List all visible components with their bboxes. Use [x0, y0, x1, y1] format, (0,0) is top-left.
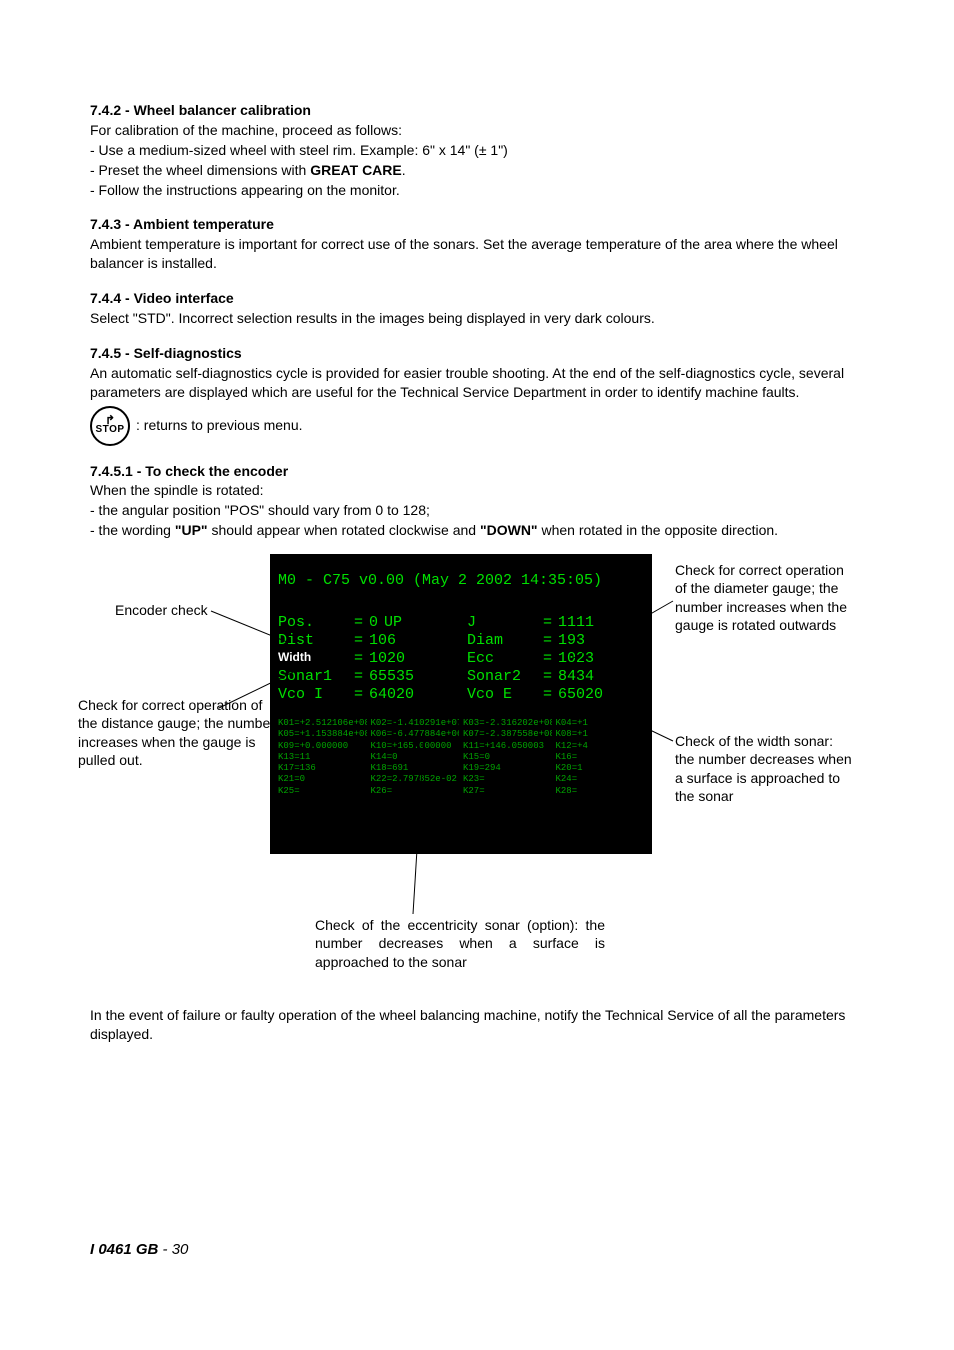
heading-743: 7.4.3 - Ambient temperature: [90, 215, 872, 234]
page-footer: I 0461 GB - 30: [90, 1240, 188, 1260]
text-bold: GREAT CARE: [310, 162, 402, 178]
k-column: K01=+2.512106e+08K05=+1.153884e+08K09=+0…: [278, 718, 367, 797]
stop-label: STOP: [95, 425, 124, 435]
terminal-cell: Vco I=64020: [278, 686, 455, 704]
k-column: K04=+1K08=+1K12=+4K16=K20=1K24=K28=: [556, 718, 645, 797]
stop-row: ↰ STOP : returns to previous menu.: [90, 406, 872, 446]
annotation-diameter: Check for correct operation of the diame…: [675, 561, 855, 634]
text-bold: "UP": [175, 522, 208, 538]
text: For calibration of the machine, proceed …: [90, 121, 872, 140]
annotation-eccentricity: Check of the eccentricity sonar (option)…: [315, 916, 605, 971]
text: When the spindle is rotated:: [90, 481, 872, 500]
terminal-cell: Diam=193: [467, 632, 644, 650]
diagram: M0 - C75 v0.00 (May 2 2002 14:35:05) Pos…: [90, 546, 872, 966]
text: Ambient temperature is important for cor…: [90, 235, 872, 273]
terminal-cell: Width=1020: [278, 650, 455, 668]
terminal-values: Pos.=0 UP J=1111 Dist=106 Diam=193 Width=102…: [278, 614, 644, 704]
terminal-cell: Dist=106: [278, 632, 455, 650]
heading-745: 7.4.5 - Self-diagnostics: [90, 344, 872, 363]
arrow-icon: ↰: [105, 416, 115, 426]
text: - the angular position "POS" should vary…: [90, 501, 872, 520]
terminal-cell: Vco E=65020: [467, 686, 644, 704]
text: - Preset the wheel dimensions with GREAT…: [90, 161, 872, 180]
k-column: K02=-1.410291e+07K06=-6.477884e+06K10=+1…: [371, 718, 460, 797]
stop-icon: ↰ STOP: [90, 406, 130, 446]
terminal-cell: Ecc=1023: [467, 650, 644, 668]
k-column: K03=-2.316202e+08K07=-2.387558e+08K11=+1…: [463, 718, 552, 797]
footer-sep: -: [158, 1241, 171, 1258]
heading-742: 7.4.2 - Wheel balancer calibration: [90, 101, 872, 120]
annotation-width: Check of the width sonar: the number dec…: [675, 732, 855, 805]
terminal-header: M0 - C75 v0.00 (May 2 2002 14:35:05): [278, 572, 644, 590]
heading-744: 7.4.4 - Video interface: [90, 289, 872, 308]
text: when rotated in the opposite direction.: [538, 522, 779, 538]
footer-code: I 0461 GB: [90, 1241, 158, 1258]
text: An automatic self-diagnostics cycle is p…: [90, 364, 872, 402]
text: - Follow the instructions appearing on t…: [90, 181, 872, 200]
text-bold: "DOWN": [480, 522, 538, 538]
terminal-cell: J=1111: [467, 614, 644, 632]
heading-7451: 7.4.5.1 - To check the encoder: [90, 462, 872, 481]
text: Select "STD". Incorrect selection result…: [90, 309, 872, 328]
annotation-encoder: Encoder check: [115, 601, 208, 619]
text: - Preset the wheel dimensions with: [90, 162, 310, 178]
closing-text: In the event of failure or faulty operat…: [90, 1006, 872, 1044]
text: : returns to previous menu.: [136, 416, 303, 435]
terminal-screenshot: M0 - C75 v0.00 (May 2 2002 14:35:05) Pos…: [270, 554, 652, 854]
text: .: [402, 162, 406, 178]
text: should appear when rotated clockwise and: [208, 522, 480, 538]
annotation-distance: Check for correct operation of the dista…: [78, 696, 278, 769]
text: - Use a medium-sized wheel with steel ri…: [90, 141, 872, 160]
terminal-k-values: K01=+2.512106e+08K05=+1.153884e+08K09=+0…: [278, 718, 644, 797]
terminal-cell: Pos.=0 UP: [278, 614, 455, 632]
text: - the wording: [90, 522, 175, 538]
text: - the wording "UP" should appear when ro…: [90, 521, 872, 540]
terminal-cell: Sonar1=65535: [278, 668, 455, 686]
terminal-cell: Sonar2=8434: [467, 668, 644, 686]
footer-page: 30: [172, 1241, 189, 1258]
